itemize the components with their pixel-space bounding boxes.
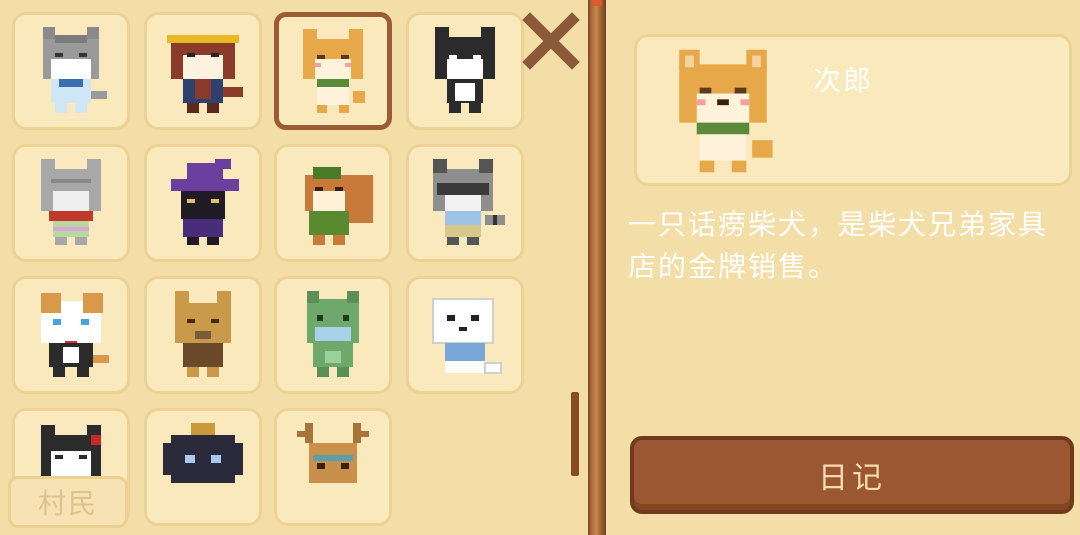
deer-icon — [297, 423, 369, 483]
squirrel-icon — [305, 167, 373, 245]
fox-icon — [175, 291, 231, 377]
close-x-icon — [522, 12, 580, 70]
villager-tile-deer[interactable] — [274, 408, 392, 526]
raccoon-icon — [433, 159, 505, 245]
villager-tile-red-panda[interactable] — [144, 12, 262, 130]
villager-tile-raccoon[interactable] — [406, 144, 524, 262]
shiba-portrait-icon — [679, 49, 773, 173]
villager-list-panel: 村民 — [0, 0, 590, 535]
green-dinosaur-icon — [307, 291, 359, 377]
villager-name: 次郎 — [813, 64, 874, 97]
scrollbar-thumb[interactable] — [571, 392, 579, 476]
villager-tile-shiba-jiro[interactable] — [274, 12, 392, 130]
seal-icon — [432, 298, 502, 374]
gray-tabby-cat-icon — [43, 27, 107, 113]
villager-tile-black-white-cat[interactable] — [406, 12, 524, 130]
panel-divider — [588, 0, 606, 535]
black-bunny-icon — [163, 423, 243, 483]
black-white-cat-icon — [435, 27, 495, 113]
shiba-dog-icon — [303, 29, 365, 113]
villager-tile-seal[interactable] — [406, 276, 524, 394]
diary-button[interactable]: 日记 — [630, 436, 1074, 514]
black-cat-witch-icon — [171, 159, 239, 245]
tab-villager[interactable]: 村民 — [8, 476, 128, 528]
villager-tile-gray-tabby-cat[interactable] — [12, 12, 130, 130]
villager-detail-panel: 次郎 一只话痨柴犬，是柴犬兄弟家具店的金牌销售。 日记 — [606, 0, 1080, 535]
red-panda-icon — [167, 35, 243, 113]
gray-cat-scarf-icon — [41, 159, 101, 245]
villager-tile-calico-cat[interactable] — [12, 276, 130, 394]
portrait-card: 次郎 — [634, 34, 1072, 186]
calico-cat-icon — [41, 293, 109, 377]
villager-tile-gray-cat-scarf[interactable] — [12, 144, 130, 262]
villager-tile-black-cat-witch[interactable] — [144, 144, 262, 262]
villager-tile-black-bunny[interactable] — [144, 408, 262, 526]
villager-tile-green-dinosaur[interactable] — [274, 276, 392, 394]
villager-tile-squirrel[interactable] — [274, 144, 392, 262]
close-button[interactable] — [520, 10, 582, 72]
villager-description: 一只话痨柴犬，是柴犬兄弟家具店的金牌销售。 — [628, 208, 1049, 283]
villager-tile-fox[interactable] — [144, 276, 262, 394]
